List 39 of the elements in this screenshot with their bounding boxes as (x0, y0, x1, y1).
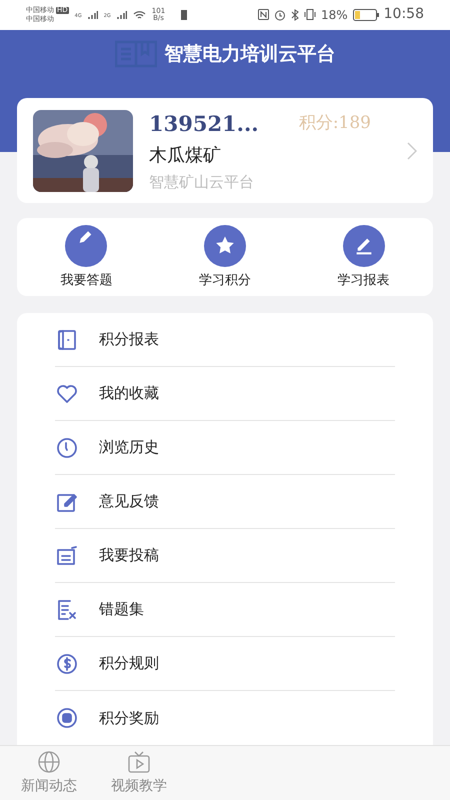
clock-icon (55, 436, 79, 460)
action-button[interactable]: 学习报表 (294, 224, 433, 290)
coin-icon (55, 706, 79, 730)
wifi-icon (132, 10, 146, 20)
action-button[interactable]: 我要答题 (17, 224, 156, 290)
note-icon (55, 544, 79, 568)
app-title: 智慧电力培训云平台 (164, 42, 336, 67)
pencil-icon (65, 224, 108, 267)
vibrate-icon (304, 9, 316, 20)
organization-text: 智慧矿山云平台 (149, 172, 255, 193)
action-button[interactable]: 学习积分 (156, 224, 294, 290)
edit-icon (342, 224, 385, 267)
alarm-icon (274, 8, 286, 21)
menu-item[interactable]: 我要投稿 (55, 529, 395, 584)
globe-icon (37, 750, 61, 774)
menu-item[interactable]: 积分规则 (55, 637, 395, 692)
dollar-icon (55, 652, 79, 676)
clock-time: 10:58 (384, 5, 424, 24)
menu-item[interactable]: 意见反馈 (55, 475, 395, 530)
menu-item[interactable]: 我的收藏 (55, 367, 395, 422)
account-number: 139521... (149, 110, 259, 138)
list-x-icon (55, 598, 79, 622)
battery-icon (352, 8, 379, 21)
menu-item[interactable]: 错题集 (55, 583, 395, 638)
menu-item[interactable]: 积分奖励 (55, 691, 395, 746)
profile-card[interactable]: 139521... 积分:189 木瓜煤矿 智慧矿山云平台 (17, 98, 433, 204)
chevron-right-icon (407, 142, 417, 160)
menu-item[interactable]: 浏览历史 (55, 421, 395, 476)
bluetooth-icon (290, 8, 299, 21)
door-icon (55, 328, 79, 352)
battery-percent: 18% (320, 6, 348, 24)
signal-icon (88, 10, 98, 20)
sim-icon (181, 10, 188, 20)
nfc-icon (258, 9, 269, 20)
tv-icon (127, 750, 151, 774)
points-text: 积分:189 (298, 112, 371, 136)
menu-item[interactable]: 积分报表 (55, 313, 395, 368)
signal-icon (116, 10, 127, 20)
user-name: 木瓜煤矿 (149, 144, 222, 168)
